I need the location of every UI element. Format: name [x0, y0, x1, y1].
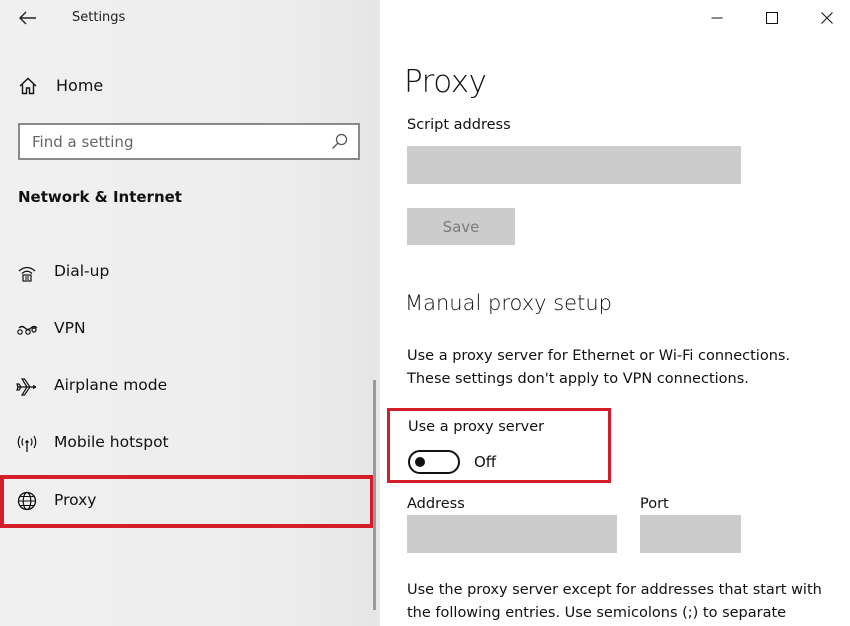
sidebar-item-label: Home [56, 76, 104, 95]
script-address-field[interactable] [407, 146, 741, 184]
section-heading: Network & Internet [18, 188, 182, 206]
back-arrow-icon [19, 11, 36, 25]
dialup-icon [18, 266, 36, 282]
sidebar-scrollbar[interactable] [373, 380, 376, 610]
save-button[interactable]: Save [407, 208, 515, 245]
script-address-label: Script address [407, 117, 511, 133]
back-button[interactable] [14, 6, 42, 30]
search-input[interactable] [32, 126, 332, 157]
close-icon [821, 12, 833, 24]
description-line: These settings don't apply to VPN connec… [407, 371, 749, 387]
home-icon [19, 77, 37, 95]
sidebar-item-label: Mobile hotspot [54, 433, 169, 451]
sidebar-item-dial-up[interactable]: Dial-up [0, 248, 374, 298]
description-line: the following entries. Use semicolons (;… [407, 605, 787, 621]
port-field[interactable] [640, 515, 741, 553]
page-title: Proxy [404, 64, 487, 100]
airplane-icon [16, 378, 37, 396]
address-label: Address [407, 496, 465, 512]
use-proxy-highlight [387, 408, 611, 483]
sidebar-item-home[interactable]: Home [0, 68, 380, 104]
port-label: Port [640, 496, 669, 512]
search-box [18, 123, 360, 160]
description-line: Use a proxy server for Ethernet or Wi-Fi… [407, 348, 791, 364]
app-title: Settings [72, 10, 126, 25]
hotspot-icon [17, 435, 37, 452]
description-line: Use the proxy server except for addresse… [407, 582, 822, 598]
close-button[interactable] [804, 4, 850, 32]
sidebar-item-vpn[interactable]: VPN [0, 305, 374, 355]
exceptions-description: Use the proxy server except for addresse… [407, 579, 837, 625]
vpn-icon [17, 325, 38, 335]
maximize-icon [766, 12, 778, 24]
maximize-button[interactable] [749, 4, 795, 32]
sidebar-item-airplane-mode[interactable]: Airplane mode [0, 362, 374, 412]
sidebar-item-label: Dial-up [54, 262, 110, 280]
minimize-icon [711, 17, 723, 19]
main-content: Proxy Script address Save Manual proxy s… [380, 0, 850, 626]
search-icon[interactable] [331, 133, 348, 150]
address-field[interactable] [407, 515, 617, 553]
manual-proxy-heading: Manual proxy setup [405, 291, 612, 315]
sidebar-item-mobile-hotspot[interactable]: Mobile hotspot [0, 419, 374, 469]
sidebar-item-proxy[interactable]: Proxy [0, 475, 374, 528]
globe-icon [17, 491, 37, 511]
minimize-button[interactable] [694, 4, 740, 32]
sidebar-item-label: Proxy [54, 491, 97, 509]
manual-proxy-description: Use a proxy server for Ethernet or Wi-Fi… [407, 345, 837, 391]
sidebar-item-label: VPN [54, 319, 86, 337]
sidebar: Settings Home Network & Internet Dial-up [0, 0, 380, 626]
sidebar-item-label: Airplane mode [54, 376, 168, 394]
